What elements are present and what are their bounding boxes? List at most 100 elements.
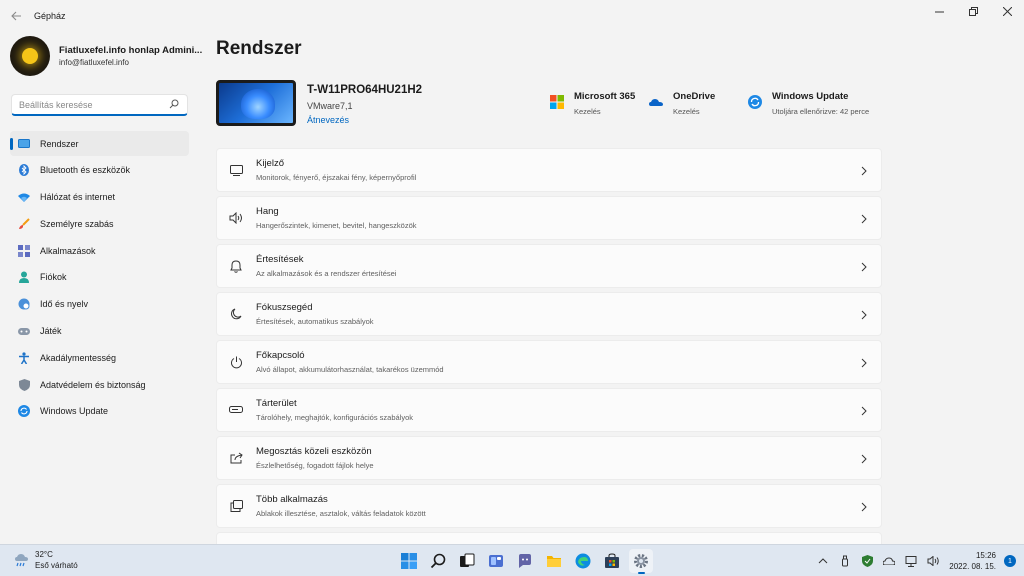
settings-card-nearby-sharing[interactable]: Megosztás közeli eszközön Észlelhetőség, … <box>216 436 882 480</box>
sidebar-item-time-language[interactable]: Idő és nyelv <box>10 292 189 317</box>
card-title: Értesítések <box>256 254 304 265</box>
sidebar-item-gaming[interactable]: Játék <box>10 319 189 344</box>
sidebar-item-privacy-security[interactable]: Adatvédelem és biztonság <box>10 372 189 397</box>
gamepad-icon <box>18 325 30 337</box>
speaker-icon <box>229 211 243 225</box>
usb-device-icon[interactable] <box>839 555 851 567</box>
sidebar-item-accounts[interactable]: Fiókok <box>10 265 189 290</box>
start-icon <box>401 553 417 569</box>
restore-button[interactable] <box>956 0 990 22</box>
accessibility-icon <box>18 352 30 364</box>
store-icon <box>605 553 619 568</box>
chevron-right-icon <box>861 406 867 416</box>
file-explorer-icon <box>547 556 561 567</box>
card-title: Hang <box>256 206 279 217</box>
card-title: Megosztás közeli eszközön <box>256 446 372 457</box>
onedrive-tray-icon[interactable] <box>883 555 896 567</box>
weather-widget[interactable]: 32°C Eső várható <box>14 550 78 570</box>
taskbar-search-button[interactable] <box>426 549 450 573</box>
update-icon <box>18 405 30 418</box>
card-subtitle: Ablakok illesztése, asztalok, váltás fel… <box>256 509 426 518</box>
window-controls <box>922 0 1024 22</box>
settings-card-power[interactable]: Főkapcsoló Alvó állapot, akkumulátorhaszn… <box>216 340 882 384</box>
card-subtitle: Értesítések, automatikus szabályok <box>256 317 374 326</box>
quick-sub: Utoljára ellenőrizve: 42 perce <box>772 107 870 116</box>
security-shield-icon[interactable] <box>861 555 873 567</box>
chevron-right-icon <box>861 358 867 368</box>
quick-sub: Kezelés <box>574 107 601 116</box>
app-title: Gépház <box>34 11 66 21</box>
search-icon[interactable] <box>169 99 179 109</box>
settings-card-multitasking[interactable]: Több alkalmazás Ablakok illesztése, aszta… <box>216 484 882 528</box>
moon-icon <box>229 307 243 321</box>
close-button[interactable] <box>990 0 1024 22</box>
storage-icon <box>229 403 243 417</box>
sidebar-item-personalization[interactable]: Személyre szabás <box>10 211 189 236</box>
settings-card-display[interactable]: Kijelző Monitorok, fényerő, éjszakai fény… <box>216 148 882 192</box>
search-input[interactable] <box>12 99 162 110</box>
account-icon <box>18 271 30 284</box>
card-subtitle: Az alkalmazások és a rendszer értesítése… <box>256 269 397 278</box>
settings-card-notifications[interactable]: Értesítések Az alkalmazások és a rendszer… <box>216 244 882 288</box>
sidebar-item-network[interactable]: Hálózat és internet <box>10 185 189 210</box>
search-icon <box>430 553 446 569</box>
quick-onedrive[interactable]: OneDrive Kezelés <box>649 91 715 116</box>
chevron-right-icon <box>861 262 867 272</box>
settings-card-partial[interactable] <box>216 532 882 544</box>
sidebar-item-label: Alkalmazások <box>40 245 96 256</box>
bluetooth-icon <box>18 164 30 177</box>
search-box[interactable] <box>11 94 188 116</box>
sidebar-item-windows-update[interactable]: Windows Update <box>10 399 189 424</box>
restore-icon <box>968 6 978 16</box>
update-icon <box>748 95 762 109</box>
quick-microsoft-365[interactable]: Microsoft 365 Kezelés <box>550 91 635 116</box>
volume-icon[interactable] <box>927 555 940 567</box>
notification-badge[interactable]: 1 <box>1004 555 1016 567</box>
sidebar-item-label: Idő és nyelv <box>40 299 89 310</box>
weather-temperature: 32°C <box>35 550 53 559</box>
settings-app-button[interactable] <box>629 549 653 574</box>
sidebar-item-apps[interactable]: Alkalmazások <box>10 238 189 263</box>
chevron-right-icon <box>861 214 867 224</box>
show-hidden-icons-button[interactable] <box>817 555 829 567</box>
sidebar-item-label: Fiókok <box>40 272 67 283</box>
chevron-right-icon <box>861 166 867 176</box>
card-title: Több alkalmazás <box>256 494 328 505</box>
task-view-button[interactable] <box>455 549 479 573</box>
sidebar-item-accessibility[interactable]: Akadálymentesség <box>10 345 189 370</box>
close-icon <box>1002 6 1012 16</box>
avatar <box>10 36 50 76</box>
quick-windows-update[interactable]: Windows Update Utoljára ellenőrizve: 42 … <box>748 91 869 116</box>
network-icon[interactable] <box>905 555 917 567</box>
sidebar-item-rendszer[interactable]: Rendszer <box>10 131 189 156</box>
taskbar-apps <box>397 549 658 574</box>
card-subtitle: Észlelhetőség, fogadott fájlok helye <box>256 461 374 470</box>
shield-icon <box>18 378 30 391</box>
quick-title: Windows Update <box>772 91 849 102</box>
widgets-icon <box>489 555 503 567</box>
chat-button[interactable] <box>513 549 537 573</box>
start-button[interactable] <box>397 549 421 573</box>
sidebar-item-label: Akadálymentesség <box>40 352 117 363</box>
lightbulb-logo-icon <box>22 48 38 64</box>
settings-card-sound[interactable]: Hang Hangerőszintek, kimenet, bevitel, ha… <box>216 196 882 240</box>
minimize-button[interactable] <box>922 0 956 22</box>
page-title: Rendszer <box>216 38 302 59</box>
user-profile[interactable]: Fiatluxefel.info honlap Admini... info@f… <box>10 36 202 76</box>
widgets-button[interactable] <box>484 549 508 573</box>
clock[interactable]: 15:26 2022. 08. 15. <box>949 551 996 571</box>
settings-card-focus-assist[interactable]: Fókuszsegéd Értesítések, automatikus szab… <box>216 292 882 336</box>
edge-button[interactable] <box>571 549 595 573</box>
settings-card-storage[interactable]: Tárterület Tárolóhely, meghajtók, konfigu… <box>216 388 882 432</box>
device-name: T-W11PRO64HU21H2 <box>307 84 423 96</box>
file-explorer-button[interactable] <box>542 549 566 573</box>
back-button[interactable] <box>0 0 32 32</box>
task-view-icon <box>460 553 475 567</box>
device-wallpaper-thumbnail <box>216 80 296 126</box>
sidebar-item-bluetooth[interactable]: Bluetooth és eszközök <box>10 158 189 183</box>
card-subtitle: Monitorok, fényerő, éjszakai fény, képer… <box>256 173 417 182</box>
taskbar: 32°C Eső várható 15:26 2022. 08. 15. 1 <box>0 544 1024 576</box>
store-button[interactable] <box>600 549 624 573</box>
microsoft-logo-icon <box>550 95 564 109</box>
rename-link[interactable]: Átnevezés <box>307 115 422 125</box>
